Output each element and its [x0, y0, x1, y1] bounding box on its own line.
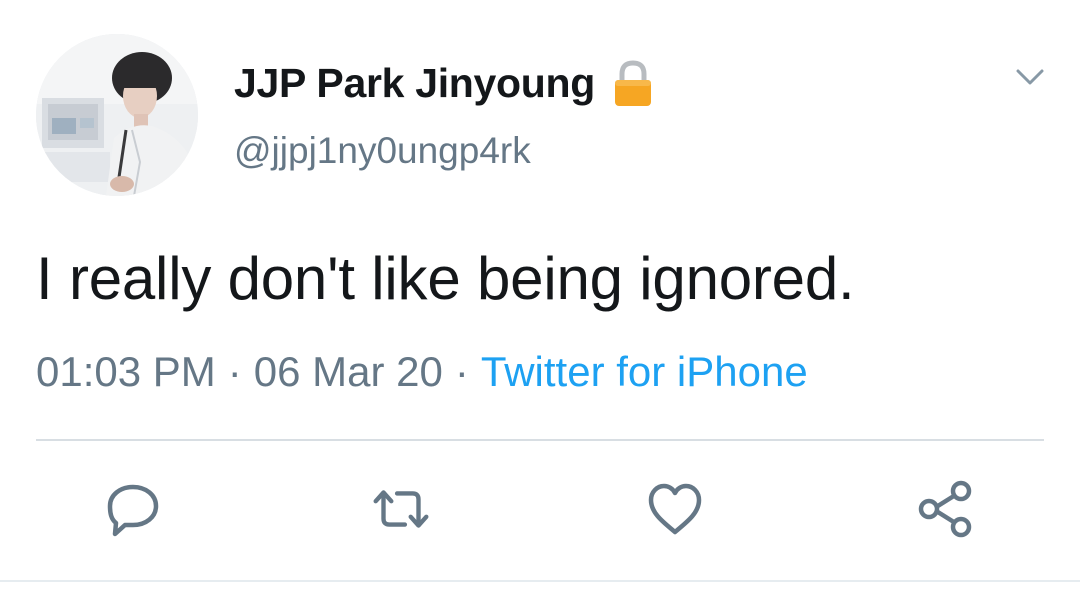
reply-button[interactable]: [98, 472, 168, 546]
share-button[interactable]: [910, 472, 980, 546]
heart-icon: [648, 483, 702, 535]
retweet-arrows-icon: [373, 490, 429, 528]
chevron-down-icon[interactable]: [1010, 62, 1050, 92]
separator: ·: [227, 348, 242, 395]
tweet-source-link[interactable]: Twitter for iPhone: [481, 348, 808, 396]
author-name-row[interactable]: JJP Park Jinyoung: [234, 58, 655, 108]
separator: ·: [454, 348, 469, 395]
divider: [36, 439, 1044, 441]
tweet-detail: JJP Park Jinyoung @jjpj1ny0ungp4rk I rea…: [0, 0, 1080, 601]
display-name[interactable]: JJP Park Jinyoung: [234, 60, 595, 107]
avatar-photo: [36, 34, 198, 196]
action-bar: [0, 472, 1080, 552]
bottom-divider: [0, 580, 1080, 582]
tweet-time: 01:03 PM: [36, 348, 216, 395]
retweet-button[interactable]: [366, 472, 436, 546]
tweet-date: 06 Mar 20: [253, 348, 443, 395]
author-handle[interactable]: @jjpj1ny0ungp4rk: [234, 130, 531, 172]
avatar[interactable]: [36, 34, 198, 196]
speech-bubble-icon: [107, 484, 159, 537]
lock-icon: [611, 59, 655, 107]
tweet-metadata: 01:03 PM · 06 Mar 20 · Twitter for iPhon…: [36, 348, 808, 396]
like-button[interactable]: [640, 472, 710, 546]
tweet-text: I really don't like being ignored.: [36, 245, 855, 312]
share-icon: [918, 480, 972, 538]
